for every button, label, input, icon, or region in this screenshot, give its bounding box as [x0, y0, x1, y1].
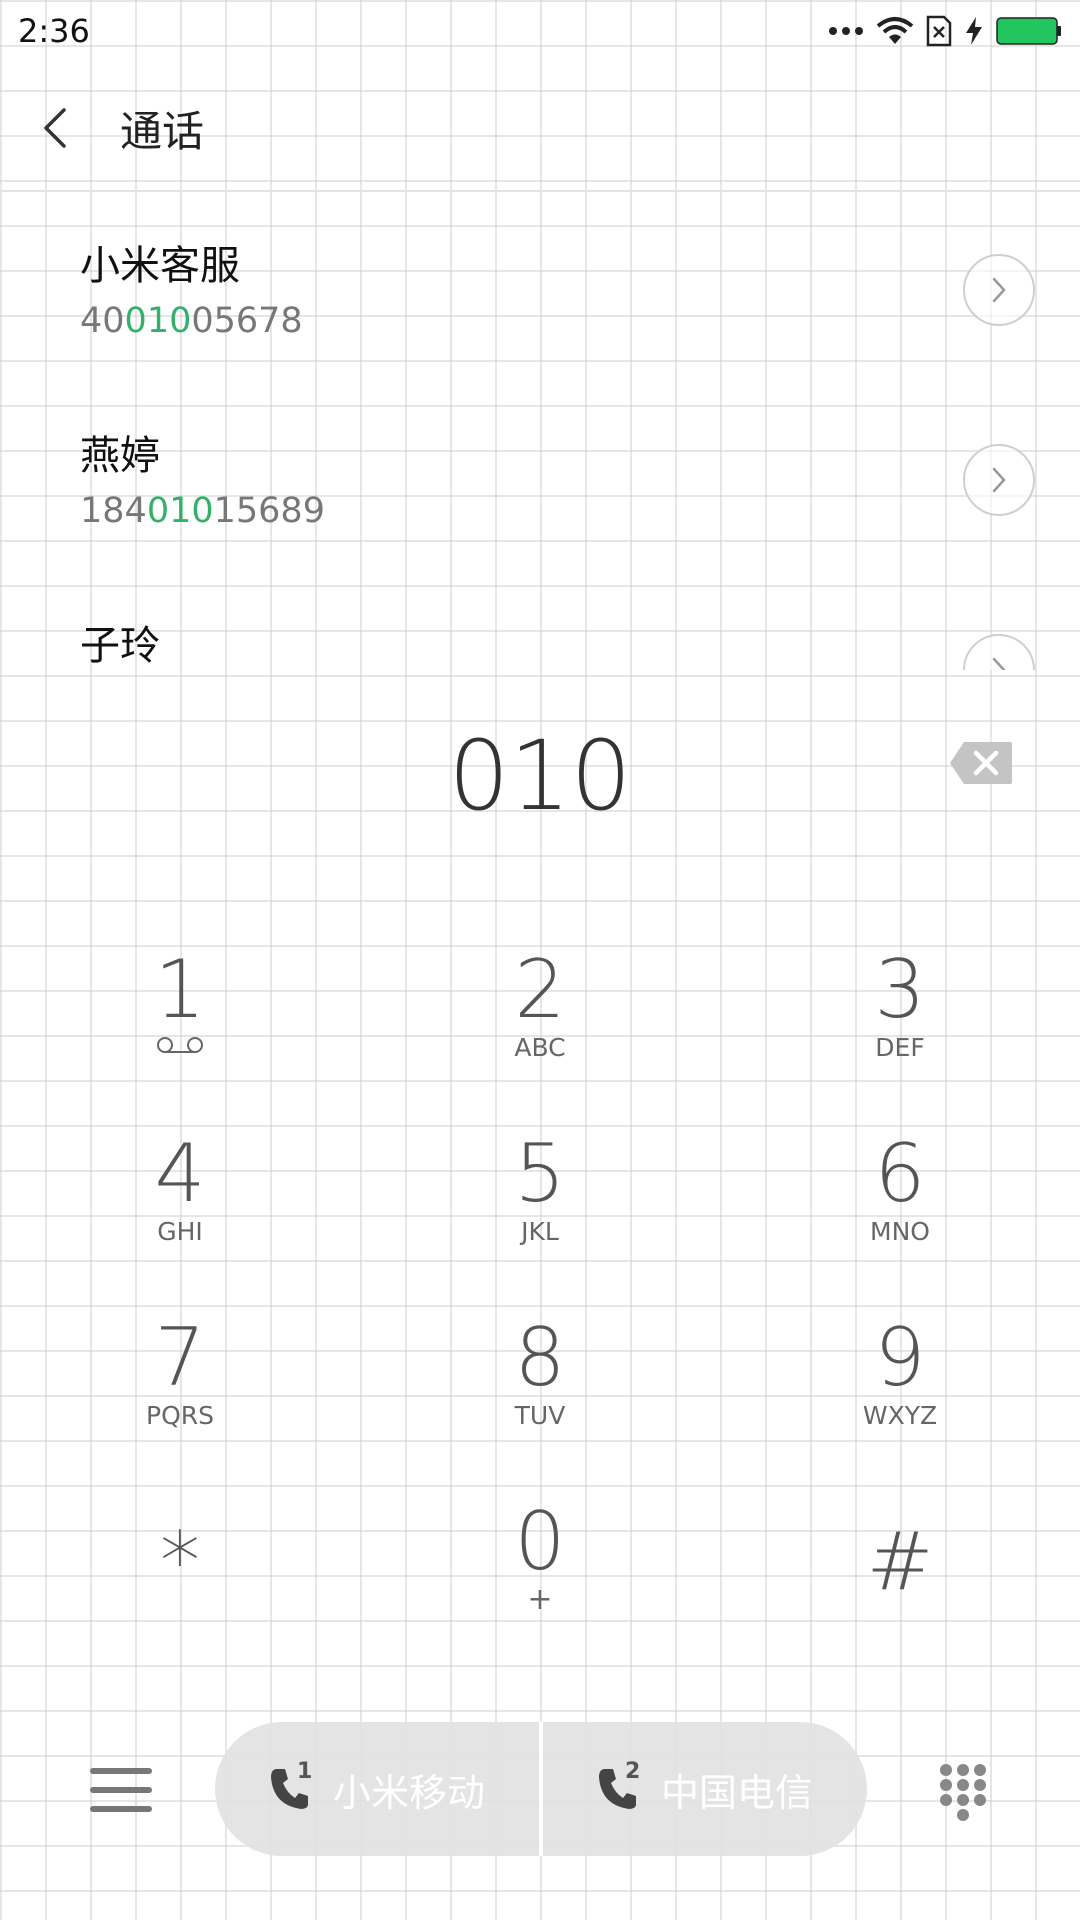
key-digit: 2	[514, 943, 566, 1036]
chevron-right-icon	[992, 277, 1006, 303]
dialpad-toggle-button[interactable]	[938, 1762, 988, 1824]
backspace-icon	[950, 742, 1012, 784]
sim2-index: 2	[624, 1759, 641, 1784]
key-star[interactable]: *	[0, 1497, 360, 1681]
key-digit: 5	[514, 1127, 566, 1220]
key-7[interactable]: 7 PQRS	[0, 1313, 360, 1497]
sim1-index: 1	[296, 1759, 313, 1784]
key-digit: 9	[874, 1311, 926, 1404]
key-digit: *	[160, 1515, 200, 1608]
contact-results-list: 小米客服 4001005678 燕婷 18401015689 子玲	[0, 192, 1080, 670]
contact-name: 小米客服	[80, 243, 240, 289]
sim2-label: 中国电信	[660, 1770, 813, 1815]
contact-detail-button[interactable]	[963, 254, 1035, 326]
key-letters: ABC	[514, 1033, 566, 1062]
number-prefix: 184	[80, 491, 147, 531]
backspace-button[interactable]	[948, 740, 1014, 786]
key-letters: PQRS	[146, 1401, 214, 1430]
key-digit: 1	[154, 943, 206, 1036]
status-icons	[828, 15, 1062, 47]
key-digit: 8	[514, 1311, 566, 1404]
key-letters: MNO	[870, 1217, 930, 1246]
contact-name: 燕婷	[80, 433, 160, 479]
key-letters: +	[527, 1582, 553, 1617]
key-letters: WXYZ	[862, 1401, 938, 1430]
key-4[interactable]: 4 GHI	[0, 1129, 360, 1313]
number-prefix: 40	[80, 301, 125, 341]
contact-result-item[interactable]: 子玲	[0, 572, 1080, 670]
contact-number: 4001005678	[80, 296, 1080, 346]
key-5[interactable]: 5 JKL	[360, 1129, 720, 1313]
call-sim2-button[interactable]: 2 中国电信	[543, 1722, 867, 1856]
key-digit: 7	[154, 1311, 206, 1404]
wifi-icon	[876, 16, 914, 46]
phone-sim1-icon: 1	[269, 1759, 315, 1813]
key-0[interactable]: 0 +	[360, 1497, 720, 1681]
chevron-right-icon	[992, 657, 1006, 670]
hamburger-menu-icon	[90, 1768, 152, 1812]
dialed-number: 010	[448, 720, 632, 832]
call-buttons: 1 小米移动 2 中国电信	[215, 1722, 867, 1856]
key-8[interactable]: 8 TUV	[360, 1313, 720, 1497]
contact-detail-button[interactable]	[963, 444, 1035, 516]
number-suffix: 15689	[213, 491, 325, 531]
key-digit: 0	[514, 1495, 566, 1588]
key-digit: 6	[874, 1127, 926, 1220]
header: 通话	[0, 78, 1080, 178]
key-letters: TUV	[514, 1401, 566, 1430]
voicemail-icon	[155, 1035, 205, 1059]
key-digit: #	[866, 1515, 934, 1608]
chevron-left-icon	[44, 108, 66, 148]
contact-number: 18401015689	[80, 486, 1080, 536]
key-hash[interactable]: #	[720, 1497, 1080, 1681]
battery-icon	[996, 16, 1062, 46]
page-title: 通话	[120, 106, 205, 156]
key-letters: DEF	[875, 1033, 925, 1062]
number-match: 010	[146, 491, 214, 531]
key-2[interactable]: 2 ABC	[360, 945, 720, 1129]
number-match: 010	[124, 301, 192, 341]
dial-display: 010	[0, 700, 1080, 840]
key-digit: 3	[874, 943, 926, 1036]
key-3[interactable]: 3 DEF	[720, 945, 1080, 1129]
phone-sim2-icon: 2	[597, 1759, 643, 1813]
call-sim1-button[interactable]: 1 小米移动	[215, 1722, 539, 1856]
menu-button[interactable]	[88, 1764, 154, 1816]
contact-result-item[interactable]: 燕婷 18401015689	[0, 382, 1080, 572]
key-digit: 4	[154, 1127, 206, 1220]
status-bar: 2:36	[0, 0, 1080, 62]
number-suffix: 05678	[191, 301, 303, 341]
back-button[interactable]	[40, 78, 120, 178]
more-dots-icon	[828, 26, 864, 36]
key-9[interactable]: 9 WXYZ	[720, 1313, 1080, 1497]
chevron-right-icon	[992, 467, 1006, 493]
sim1-label: 小米移动	[332, 1770, 485, 1815]
key-letters: GHI	[157, 1217, 203, 1246]
contact-name: 子玲	[80, 623, 160, 669]
bottom-bar: 1 小米移动 2 中国电信	[0, 1722, 1080, 1858]
contact-result-item[interactable]: 小米客服 4001005678	[0, 192, 1080, 382]
charging-icon	[964, 16, 984, 46]
key-1[interactable]: 1	[0, 945, 360, 1129]
key-letters: JKL	[521, 1217, 559, 1246]
no-sim-icon	[926, 15, 952, 47]
key-6[interactable]: 6 MNO	[720, 1129, 1080, 1313]
dialpad-icon	[940, 1764, 986, 1821]
status-time: 2:36	[18, 12, 90, 50]
